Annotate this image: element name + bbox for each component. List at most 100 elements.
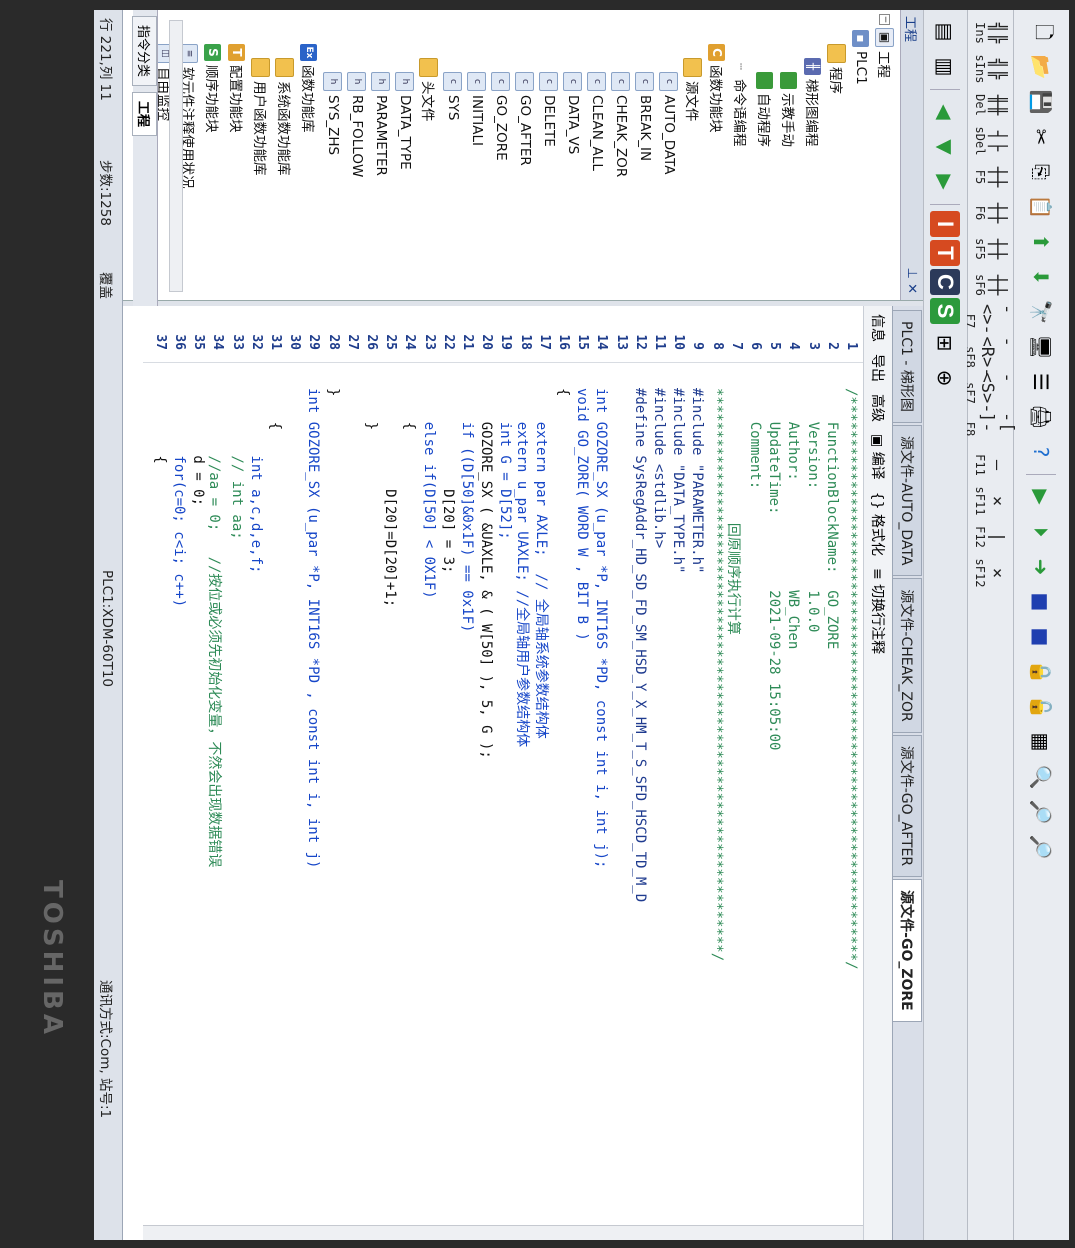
arrow-down-icon[interactable]: ▼ — [930, 131, 962, 163]
tab-project[interactable]: 工程 — [132, 92, 158, 137]
tree-node[interactable]: 头文件 — [417, 58, 441, 122]
ladder-key[interactable]: × sF12 — [971, 556, 1011, 590]
collapse-icon[interactable]: − — [879, 14, 890, 25]
tree-node[interactable]: 源文件 — [681, 58, 705, 122]
ladder-key[interactable]: ┼┼ F5 — [971, 160, 1011, 194]
cut-icon[interactable]: ✂ — [1026, 121, 1058, 153]
tree-node[interactable]: c DELETE — [537, 72, 561, 147]
tree-node[interactable]: ▪ PLC1 — [849, 30, 873, 85]
lock-icon[interactable]: 🔒 — [1026, 656, 1058, 688]
ladder-key[interactable]: | F12 — [971, 520, 1011, 554]
download-icon[interactable]: ⬇ — [1026, 261, 1058, 293]
tree-node[interactable]: c GO_ZORE — [489, 72, 513, 161]
unlock-icon[interactable]: 🔓 — [1026, 691, 1058, 723]
horizontal-scrollbar[interactable] — [169, 20, 183, 292]
tab-go-zore[interactable]: 源文件-GO_ZORE — [893, 879, 922, 1022]
compile-button[interactable]: ▣ 编译 — [868, 434, 888, 480]
run-icon[interactable]: ▶ — [1026, 481, 1058, 513]
zoom-table-icon[interactable]: 🔎 — [1026, 796, 1058, 828]
tree-node[interactable]: h RB_FOLLOW — [345, 72, 369, 177]
ladder-key[interactable]: × sF11 — [971, 484, 1011, 518]
print-icon[interactable]: 🖨 — [1026, 401, 1058, 433]
contact-grid-icon[interactable]: ▥ — [930, 51, 962, 83]
tree-node[interactable]: ╫ 梯形图编程 — [801, 58, 825, 147]
ladder-key[interactable]: -<R>- sF8 — [964, 337, 1018, 378]
tree-node[interactable]: c INITIALI — [465, 72, 489, 146]
info-button[interactable]: 信息 — [868, 314, 888, 342]
tree-node[interactable]: 自动程序 — [753, 72, 777, 147]
tree-node[interactable]: Ex 函数功能库 — [297, 44, 321, 133]
ladder-key[interactable]: ╣╠ sIns — [971, 52, 1011, 86]
tree-node[interactable]: 用户函数功能库 — [249, 58, 273, 176]
advanced-button[interactable]: 高级 — [868, 394, 888, 422]
tree-node[interactable]: C 函数功能块 — [705, 44, 729, 133]
instruction-i-icon[interactable]: I — [930, 211, 961, 237]
ladder-key[interactable]: ┼┼ sF5 — [971, 232, 1011, 266]
ladder-grid-icon[interactable]: ▤ — [930, 16, 962, 48]
instruction-t-icon[interactable]: T — [930, 240, 961, 266]
table-icon[interactable]: ▦ — [1026, 726, 1058, 758]
pin-close-icons[interactable]: ⊥ ✕ — [905, 268, 920, 294]
tree-node[interactable]: c DATA_VS — [561, 72, 585, 154]
tab-plc1-ladder[interactable]: PLC1 - 梯形图 — [893, 310, 922, 423]
format-button[interactable]: {} 格式化 — [868, 492, 888, 556]
tab-auto-data[interactable]: 源文件-AUTO_DATA — [893, 424, 922, 577]
arrow-left-icon[interactable]: ◀ — [930, 96, 962, 128]
tree-node[interactable]: h DATA_TYPE — [393, 72, 417, 170]
zoom-icon[interactable]: 🔍 — [1026, 761, 1058, 793]
ladder-key[interactable]: ┼┼ F6 — [971, 196, 1011, 230]
tree-node[interactable]: 示教手动 — [777, 72, 801, 147]
ladder-key[interactable]: ┤├ sDel — [971, 124, 1011, 158]
tab-go-after[interactable]: 源文件-GO_AFTER — [893, 734, 922, 878]
upload-icon[interactable]: ⬆ — [1026, 226, 1058, 258]
list-icon[interactable]: ☰ — [1026, 366, 1058, 398]
forward-icon[interactable]: ➜ — [1026, 551, 1058, 583]
instruction-s-icon[interactable]: S — [930, 298, 961, 324]
tree-node[interactable]: 程序 — [825, 44, 849, 94]
zoom-out-icon[interactable]: 🔎 — [1026, 831, 1058, 863]
ladder-key[interactable]: — F11 — [971, 448, 1011, 482]
tab-cheak-zor[interactable]: 源文件-CHEAK_ZOR — [893, 578, 922, 733]
tree-node[interactable]: c AUTO_DATA — [657, 72, 681, 175]
tree-node[interactable]: − ▣ 工程 — [873, 14, 897, 78]
open-folder-icon[interactable]: 📂 — [1026, 51, 1058, 83]
tree-node[interactable]: h PARAMETER — [369, 72, 393, 176]
line-number: 9 — [690, 342, 706, 350]
tree-node[interactable]: S 顺序功能块 — [201, 44, 225, 133]
tree-node[interactable]: 系统函数功能库 — [273, 58, 297, 176]
tree-node[interactable]: c CLEAN_ALL — [585, 72, 609, 171]
toggle-comment-button[interactable]: ≡ 切换行注释 — [868, 568, 888, 654]
find-icon[interactable]: 🔭 — [1026, 296, 1058, 328]
copy-icon[interactable]: ⎘ — [1026, 156, 1058, 188]
tree-node[interactable]: c SYS — [441, 72, 465, 120]
tree-node[interactable]: ┄ 命令语编程 — [729, 58, 753, 147]
step-icon[interactable]: ⏵ — [1026, 516, 1058, 548]
stop-icon[interactable]: ■ — [1026, 586, 1058, 618]
ladder-key[interactable]: -<>- F7 — [964, 304, 1018, 338]
vertical-scrollbar[interactable] — [143, 1225, 863, 1240]
paste-icon[interactable]: 📋 — [1026, 191, 1058, 223]
monitor-icon[interactable]: 🖥 — [1026, 331, 1058, 363]
ladder-key[interactable]: ╫╫ Del — [971, 88, 1011, 122]
zoom-in-icon[interactable]: ⊕ — [930, 362, 962, 394]
stop-all-icon[interactable]: ■ — [1026, 621, 1058, 653]
ladder-key[interactable]: -<S>- sF7 — [964, 373, 1018, 414]
code-editor[interactable]: 1 2 3 4 5 6 7 8 9 10 11 12 13 14 15 16 17 18 19 20 21 22 23 24 2… — [143, 306, 863, 1240]
instruction-c-icon[interactable]: C — [930, 269, 961, 295]
arrow-right-icon[interactable]: ▶ — [930, 166, 962, 198]
tree-node[interactable]: c BREAK_IN — [633, 72, 657, 161]
ladder-key[interactable]: ┼┼ sF6 — [971, 268, 1011, 302]
tree-node[interactable]: T 配置功能块 — [225, 44, 249, 133]
window-layout-icon[interactable]: ⊞ — [930, 327, 962, 359]
code-line: // int aa; — [228, 388, 245, 540]
new-file-icon[interactable]: 🗋 — [1026, 16, 1058, 48]
save-icon[interactable]: 💾 — [1026, 86, 1058, 118]
export-button[interactable]: 导出 — [868, 354, 888, 382]
help-icon[interactable]: ? — [1026, 436, 1058, 468]
tree-node[interactable]: c GO_AFTER — [513, 72, 537, 166]
ladder-key[interactable]: -[ ]- F8 — [964, 412, 1018, 446]
ladder-key[interactable]: ╣╠ Ins — [971, 16, 1011, 50]
tree-node[interactable]: c CHEAK_ZOR — [609, 72, 633, 177]
tab-instruction-category[interactable]: 指令分类 — [132, 16, 158, 87]
tree-node[interactable]: h SYS_ZHS — [321, 72, 345, 155]
